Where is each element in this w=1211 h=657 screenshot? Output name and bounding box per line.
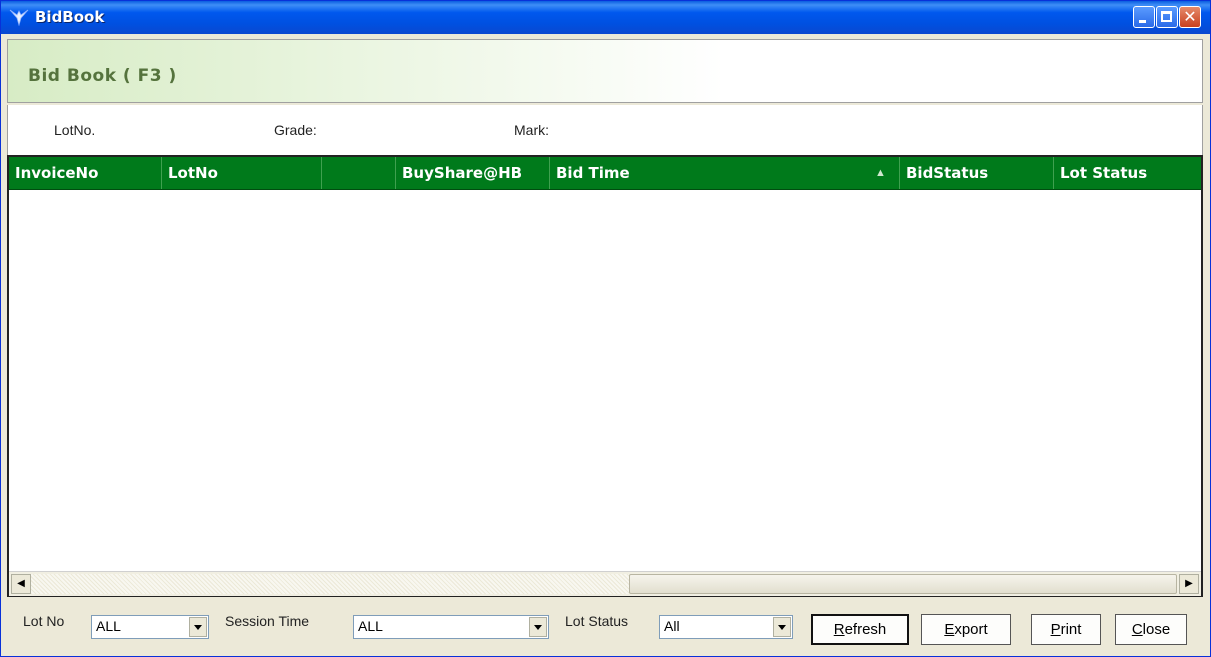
mark-label: Mark: <box>514 122 549 138</box>
lot-status-value: All <box>664 618 680 634</box>
bid-grid[interactable]: InvoiceNo LotNo BuyShare@HB Bid Time ▲ B… <box>7 155 1203 597</box>
close-button[interactable]: Close <box>1115 614 1187 645</box>
session-time-label: Session Time <box>225 613 310 629</box>
sort-ascending-icon: ▲ <box>875 167 886 179</box>
window-title: BidBook <box>35 8 105 26</box>
lot-no-label: Lot No <box>23 613 65 629</box>
column-header-buyshare[interactable]: BuyShare@HB <box>396 157 550 189</box>
bidbook-window: BidBook ✕ Bid Book ( F3 ) LotNo. Grade: … <box>0 0 1211 657</box>
column-header-lot-status[interactable]: Lot Status <box>1054 157 1201 189</box>
grade-label: Grade: <box>274 122 317 138</box>
filter-info-row: LotNo. Grade: Mark: <box>7 105 1203 155</box>
session-time-select[interactable]: ALL <box>353 615 549 639</box>
column-header-bidstatus[interactable]: BidStatus <box>900 157 1054 189</box>
column-header-bid-time[interactable]: Bid Time <box>550 157 900 189</box>
maximize-button[interactable] <box>1156 6 1178 28</box>
column-header-blank[interactable] <box>322 157 396 189</box>
page-title: Bid Book ( F3 ) <box>28 66 177 86</box>
column-header-lotno[interactable]: LotNo <box>162 157 322 189</box>
lot-no-select[interactable]: ALL <box>91 615 209 639</box>
title-bar[interactable]: BidBook ✕ <box>1 1 1210 34</box>
lot-status-label: Lot Status <box>565 613 629 629</box>
export-button[interactable]: Export <box>921 614 1011 645</box>
horizontal-scrollbar[interactable]: ◀ ▶ <box>9 571 1201 596</box>
refresh-button[interactable]: Refresh <box>811 614 909 645</box>
scroll-left-button[interactable]: ◀ <box>11 574 31 594</box>
scroll-thumb[interactable] <box>629 574 1177 594</box>
chevron-down-icon[interactable] <box>529 617 547 637</box>
chevron-down-icon[interactable] <box>189 617 207 637</box>
column-header-invoiceno[interactable]: InvoiceNo <box>9 157 162 189</box>
scroll-track[interactable] <box>31 574 629 594</box>
close-icon: ✕ <box>1183 7 1197 26</box>
close-window-button[interactable]: ✕ <box>1179 6 1201 28</box>
page-header: Bid Book ( F3 ) <box>7 39 1203 103</box>
scroll-right-button[interactable]: ▶ <box>1179 574 1199 594</box>
chevron-down-icon[interactable] <box>773 617 791 637</box>
lot-no-value: ALL <box>96 618 121 634</box>
print-button[interactable]: Print <box>1031 614 1101 645</box>
lotno-label: LotNo. <box>54 122 96 138</box>
grid-header: InvoiceNo LotNo BuyShare@HB Bid Time ▲ B… <box>9 157 1201 190</box>
bottom-toolbar: Lot No ALL Session Time ALL Lot Status A… <box>7 599 1203 653</box>
session-time-value: ALL <box>358 618 383 634</box>
lot-status-select[interactable]: All <box>659 615 793 639</box>
app-logo-icon <box>9 9 29 26</box>
minimize-button[interactable] <box>1133 6 1155 28</box>
